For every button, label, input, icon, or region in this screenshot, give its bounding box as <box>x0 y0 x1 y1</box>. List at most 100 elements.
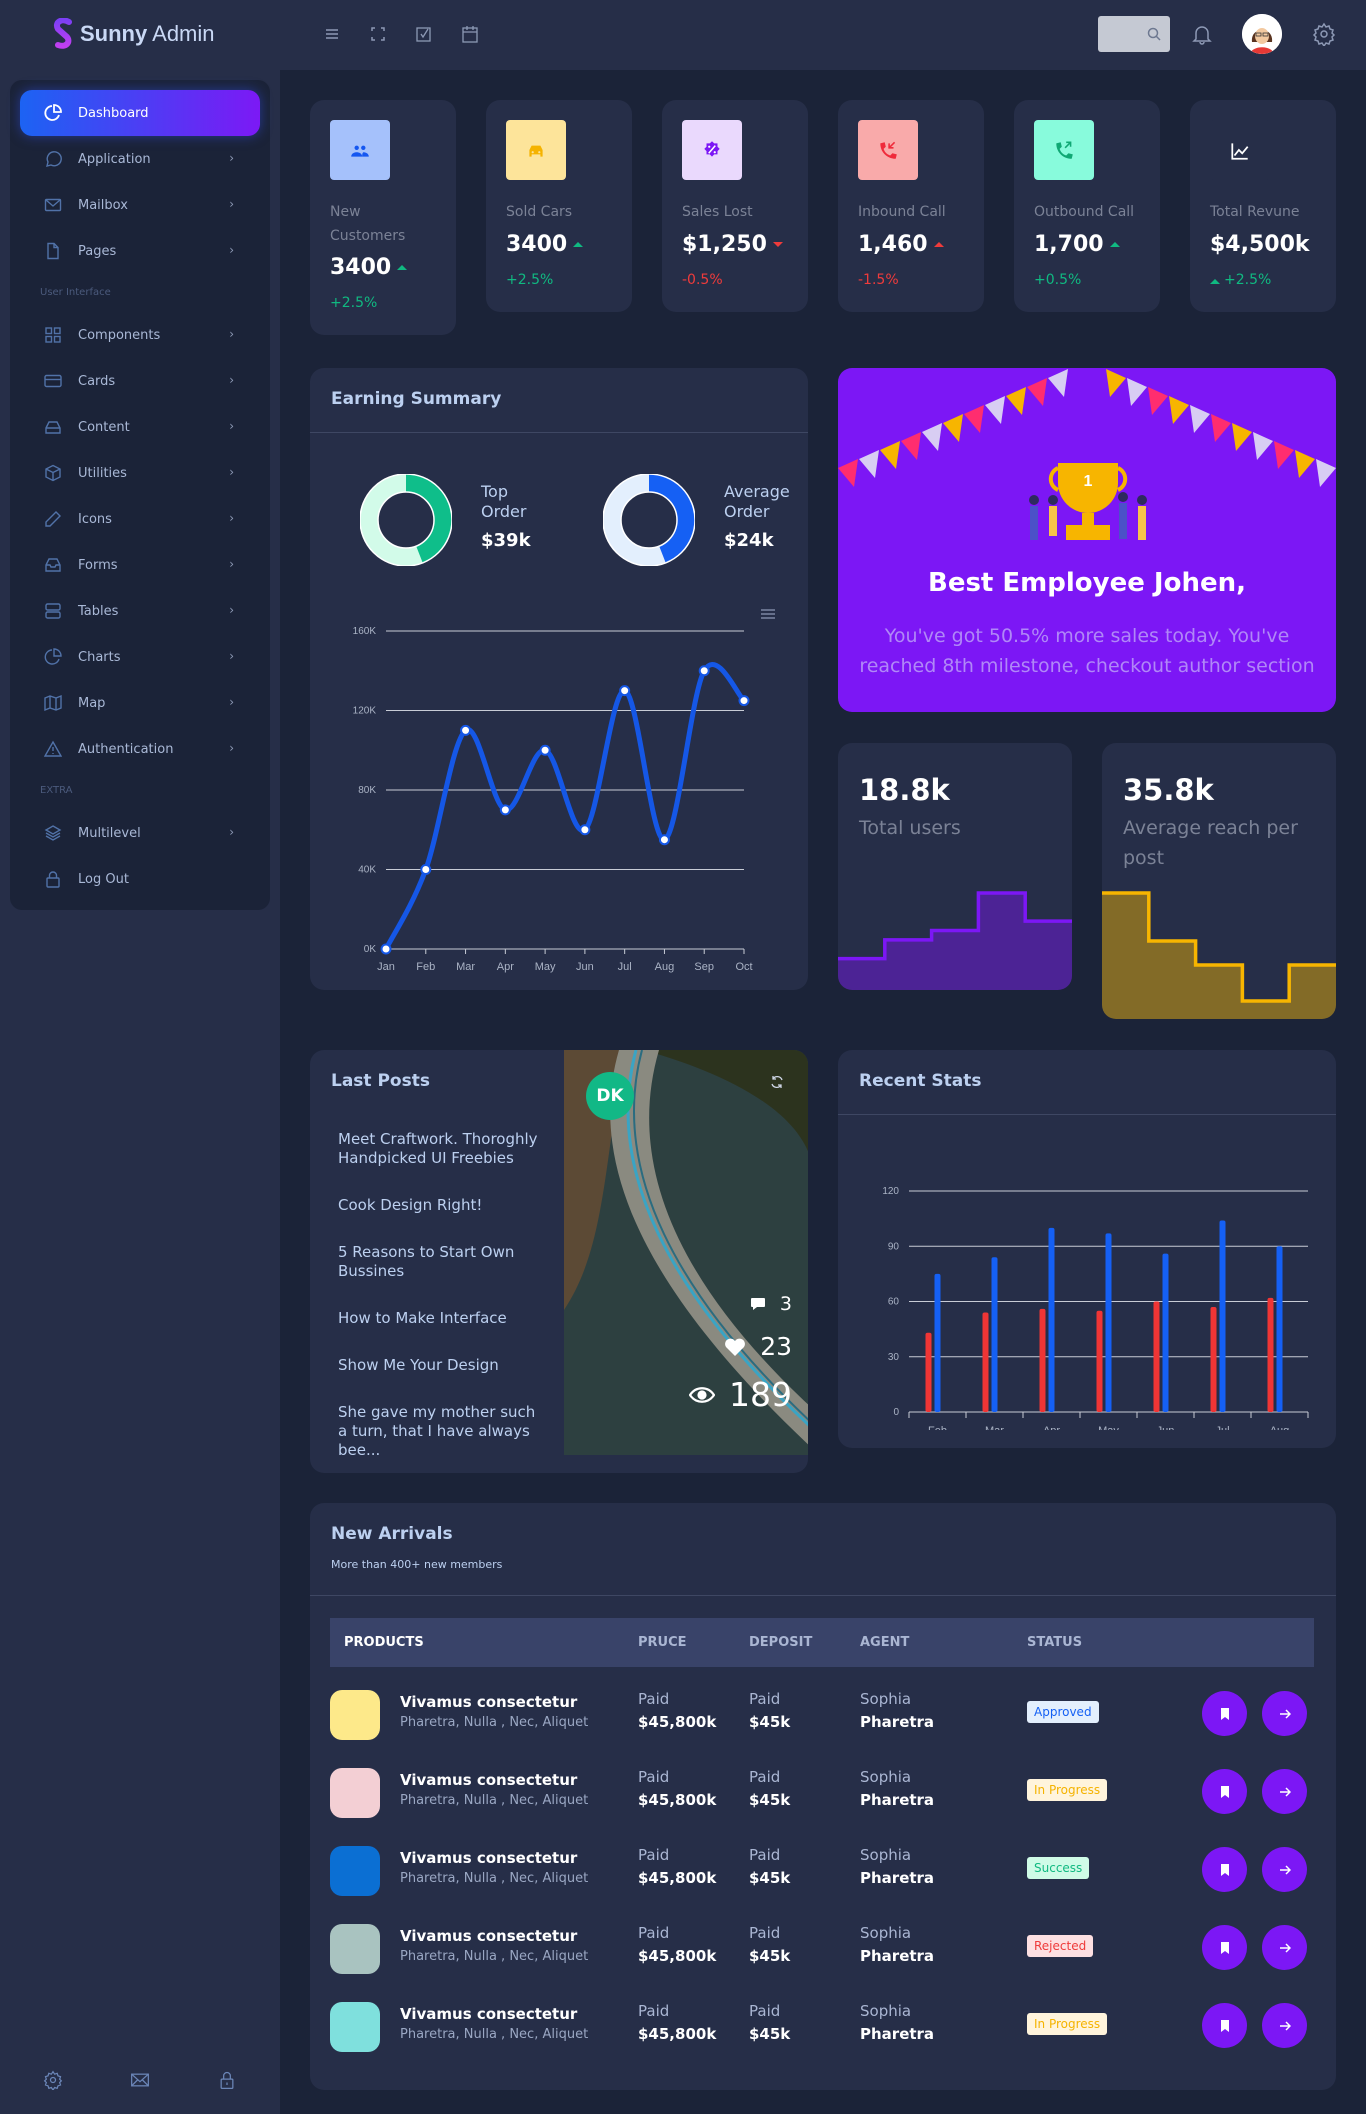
sidebar-item-dashboard[interactable]: Dashboard <box>20 90 260 136</box>
bar-series-2[interactable] <box>934 1273 941 1412</box>
product-name[interactable]: Vivamus consectetur <box>400 1693 577 1711</box>
arrow-right-icon <box>1279 2020 1291 2031</box>
data-point[interactable] <box>658 834 670 846</box>
data-point[interactable] <box>579 824 591 836</box>
bar-series-1[interactable] <box>1210 1307 1217 1412</box>
post-link[interactable]: 5 Reasons to Start Own Bussines <box>338 1243 543 1281</box>
bar-series-1[interactable] <box>1267 1297 1274 1412</box>
data-point[interactable] <box>738 695 750 707</box>
trophy-icon: 1 <box>1048 463 1128 540</box>
refresh-icon[interactable] <box>770 1075 784 1089</box>
data-point[interactable] <box>499 804 511 816</box>
view-details-button[interactable] <box>1262 1691 1307 1736</box>
bar-series-1[interactable] <box>1096 1310 1103 1412</box>
sidebar-item-components[interactable]: Components › <box>20 312 260 358</box>
post-link[interactable]: Show Me Your Design <box>338 1356 543 1375</box>
product-name[interactable]: Vivamus consectetur <box>400 2005 577 2023</box>
post-link[interactable]: She gave my mother such a turn, that I h… <box>338 1403 543 1460</box>
sidebar-item-mailbox[interactable]: Mailbox › <box>20 182 260 228</box>
post-image[interactable]: DK 3 23 189 <box>564 1050 808 1455</box>
view-details-button[interactable] <box>1262 2003 1307 2048</box>
post-link[interactable]: How to Make Interface <box>338 1309 543 1328</box>
bar-series-1[interactable] <box>925 1332 932 1412</box>
data-point[interactable] <box>460 724 472 736</box>
product-name[interactable]: Vivamus consectetur <box>400 1771 577 1789</box>
sidebar-item-cards[interactable]: Cards › <box>20 358 260 404</box>
bar-series-1[interactable] <box>1039 1308 1046 1412</box>
sidebar-item-authentication[interactable]: Authentication › <box>20 726 260 772</box>
checklist-icon[interactable] <box>414 24 434 44</box>
inbox-icon <box>45 558 61 572</box>
bell-icon[interactable] <box>1190 22 1214 46</box>
sidebar-item-application[interactable]: Application › <box>20 136 260 182</box>
data-point[interactable] <box>420 864 432 875</box>
bookmark-button[interactable] <box>1202 1925 1247 1970</box>
sidebar-item-utilities[interactable]: Utilities › <box>20 450 260 496</box>
sidebar-item-tables[interactable]: Tables › <box>20 588 260 634</box>
bookmark-button[interactable] <box>1202 1769 1247 1814</box>
deposit-label: Paid <box>749 1924 781 1942</box>
view-details-button[interactable] <box>1262 1769 1307 1814</box>
bar-series-1[interactable] <box>1153 1301 1160 1413</box>
view-details-button[interactable] <box>1262 1847 1307 1892</box>
lock-icon[interactable] <box>217 2070 237 2090</box>
column-header-products[interactable]: PRODUCTS <box>344 1635 424 1650</box>
menu-icon[interactable] <box>322 24 342 44</box>
sidebar-item-charts[interactable]: Charts › <box>20 634 260 680</box>
top-order-value: $39k <box>481 530 531 551</box>
bar-series-2[interactable] <box>1219 1220 1226 1412</box>
donut-label-line: Order <box>724 502 770 521</box>
post-link[interactable]: Meet Craftwork. Thoroghly Handpicked UI … <box>338 1130 543 1168</box>
eye-icon <box>689 1386 715 1403</box>
data-point[interactable] <box>698 665 710 677</box>
deposit-value: $45k <box>749 1869 791 1887</box>
bar-series-2[interactable] <box>1048 1227 1055 1412</box>
column-header-deposit[interactable]: DEPOSIT <box>749 1635 812 1650</box>
fullscreen-icon[interactable] <box>368 24 388 44</box>
recent-stats-bar-chart: 0 30 60 90 120 Feb Mar Apr May Jun Jul Aug <box>882 1186 1309 1430</box>
total-users-card: 18.8k Total users <box>838 743 1072 990</box>
product-name[interactable]: Vivamus consectetur <box>400 1849 577 1867</box>
sidebar-item-map[interactable]: Map › <box>20 680 260 726</box>
sidebar-item-content[interactable]: Content › <box>20 404 260 450</box>
search-input[interactable] <box>1098 16 1170 52</box>
deposit-label: Paid <box>749 1768 781 1786</box>
new-arrivals-subtitle: More than 400+ new members <box>331 1558 503 1571</box>
settings-gear-icon[interactable] <box>1312 22 1336 46</box>
status-badge: Success <box>1027 1857 1090 1879</box>
bookmark-button[interactable] <box>1202 1847 1247 1892</box>
sidebar-item-logout[interactable]: Log Out <box>20 856 260 902</box>
bunting-flag <box>1148 387 1168 415</box>
column-header-agent[interactable]: AGENT <box>860 1635 909 1650</box>
bar-series-2[interactable] <box>1276 1246 1283 1412</box>
calendar-icon[interactable] <box>460 24 480 44</box>
bookmark-button[interactable] <box>1202 1691 1247 1736</box>
view-details-button[interactable] <box>1262 1925 1307 1970</box>
column-header-status[interactable]: STATUS <box>1027 1635 1082 1650</box>
column-header-price[interactable]: PRUCE <box>638 1635 687 1650</box>
data-point[interactable] <box>539 744 551 756</box>
user-avatar[interactable] <box>1242 14 1282 54</box>
logo[interactable]: Sunny Admin <box>52 18 215 50</box>
bar-series-2[interactable] <box>991 1257 998 1412</box>
best-employee-banner: 1 Best Employee Johen, You've got 50.5% … <box>838 368 1336 712</box>
sidebar-item-multilevel[interactable]: Multilevel › <box>20 810 260 856</box>
settings-icon[interactable] <box>43 2070 63 2090</box>
data-point[interactable] <box>380 943 392 955</box>
bar-series-2[interactable] <box>1105 1233 1112 1412</box>
bar-series-1[interactable] <box>982 1312 989 1412</box>
post-link[interactable]: Cook Design Right! <box>338 1196 543 1215</box>
stat-value-text: $4,500k <box>1210 232 1310 257</box>
sidebar-item-icons[interactable]: Icons › <box>20 496 260 542</box>
comment-icon <box>750 1298 765 1310</box>
author-avatar[interactable]: DK <box>586 1072 634 1120</box>
mail-icon[interactable] <box>130 2070 150 2090</box>
bookmark-button[interactable] <box>1202 2003 1247 2048</box>
stat-icon-box <box>330 120 390 180</box>
sidebar-item-label: Pages <box>78 243 117 259</box>
sidebar-item-forms[interactable]: Forms › <box>20 542 260 588</box>
data-point[interactable] <box>619 685 631 697</box>
product-name[interactable]: Vivamus consectetur <box>400 1927 577 1945</box>
sidebar-item-pages[interactable]: Pages › <box>20 228 260 274</box>
bar-series-2[interactable] <box>1162 1253 1169 1412</box>
